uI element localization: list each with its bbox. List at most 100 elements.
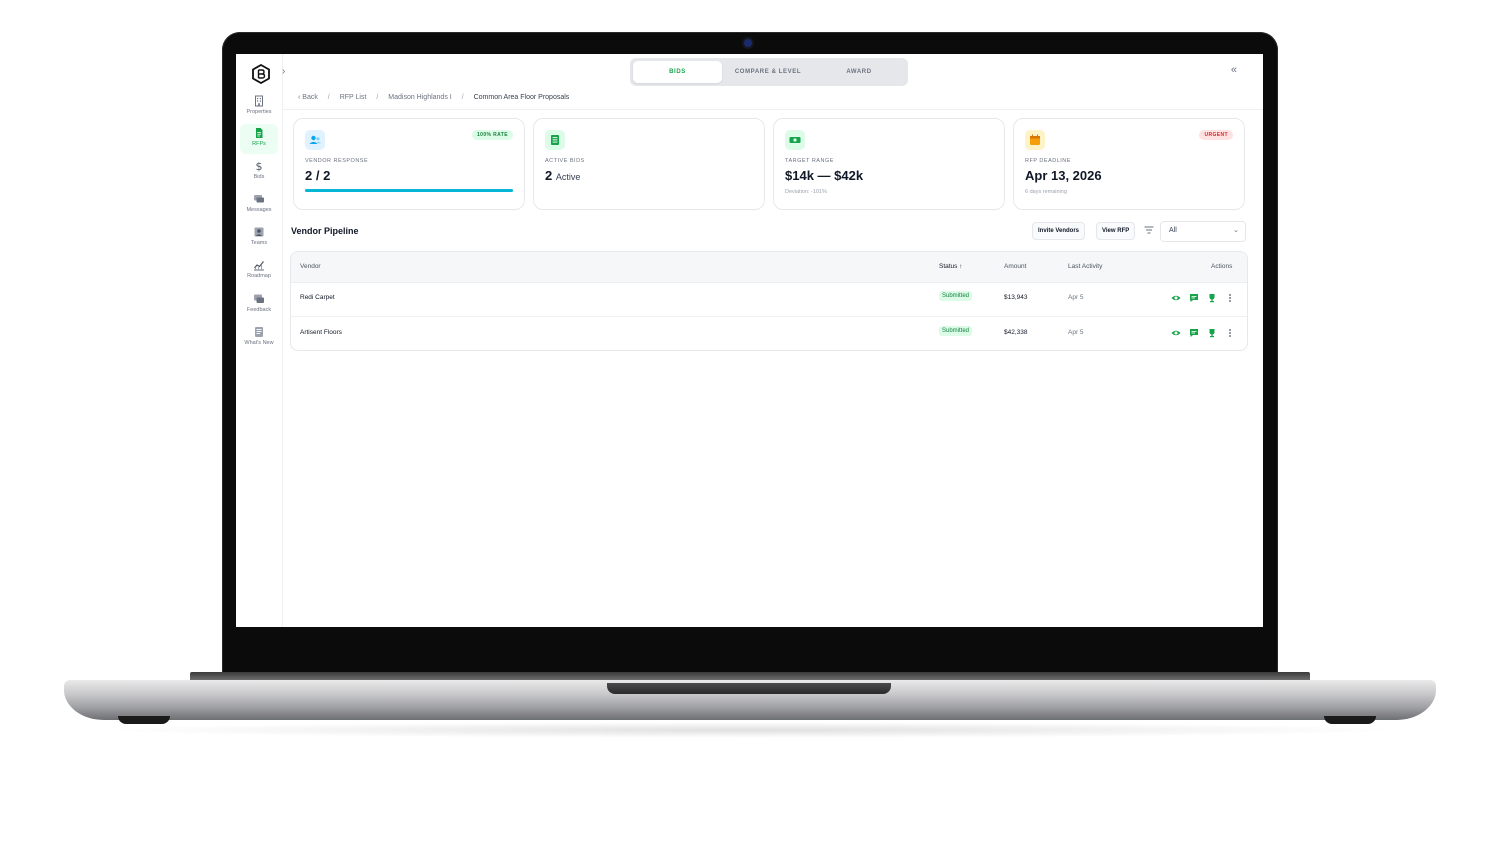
more-options-icon[interactable]: [1225, 328, 1235, 338]
select-value: All: [1169, 227, 1177, 234]
trophy-icon[interactable]: [1207, 293, 1217, 303]
app-screen: Properties RFPs $ Bids Messages Teams Ro…: [236, 54, 1263, 627]
webcam: [744, 39, 752, 47]
list-icon: [545, 130, 565, 150]
vendor-name: Artisent Floors: [300, 329, 342, 336]
svg-text:$: $: [256, 160, 263, 172]
header-divider: [282, 109, 1263, 110]
dollar-icon: $: [256, 160, 263, 172]
last-activity: Apr 5: [1068, 329, 1084, 336]
message-icon[interactable]: [1189, 293, 1199, 303]
bid-amount: $13,943: [1004, 294, 1028, 301]
sidebar-item-messages[interactable]: Messages: [240, 190, 278, 220]
column-status[interactable]: Status ↑: [939, 263, 962, 270]
trophy-icon[interactable]: [1207, 328, 1217, 338]
sidebar-item-label: What's New: [244, 340, 274, 346]
card-value: 2 Active: [545, 168, 580, 183]
sidebar-item-rfps[interactable]: RFPs: [240, 124, 278, 154]
laptop-notch: [607, 683, 891, 694]
tab-bids[interactable]: BIDS: [633, 61, 722, 83]
active-bids-card: ACTIVE BIDS 2 Active: [533, 118, 765, 210]
calendar-icon: [1025, 130, 1045, 150]
breadcrumb-current: Common Area Floor Proposals: [473, 94, 570, 101]
sidebar-item-label: Bids: [253, 174, 265, 180]
breadcrumb-separator: /: [327, 94, 330, 101]
active-bids-count: 2: [545, 168, 553, 183]
sidebar-item-label: Messages: [246, 207, 272, 213]
bid-amount: $42,338: [1004, 329, 1028, 336]
last-activity: Apr 5: [1068, 294, 1084, 301]
tab-compare-level[interactable]: COMPARE & LEVEL: [722, 61, 814, 83]
target-range-card: TARGET RANGE $14k — $42k Deviation: -101…: [773, 118, 1005, 210]
sidebar-item-properties[interactable]: Properties: [240, 92, 278, 122]
laptop-foot-left: [118, 716, 170, 724]
breadcrumb-separator: /: [376, 94, 379, 101]
column-vendor[interactable]: Vendor: [300, 263, 321, 270]
users-icon: [305, 130, 325, 150]
view-eye-icon[interactable]: [1171, 328, 1181, 338]
invite-vendors-button[interactable]: Invite Vendors: [1032, 222, 1086, 240]
stage-tabs: BIDS COMPARE & LEVEL AWARD: [630, 58, 908, 86]
sidebar-item-label: Feedback: [246, 307, 272, 313]
building-icon: [255, 95, 263, 107]
laptop-foot-right: [1324, 716, 1376, 724]
sidebar-item-label: Roadmap: [247, 273, 271, 279]
sidebar-item-whats-new[interactable]: What's New: [240, 323, 278, 353]
pipeline-title: Vendor Pipeline: [291, 226, 359, 236]
card-label: ACTIVE BIDS: [545, 158, 585, 164]
sidebar-item-label: Teams: [250, 240, 268, 246]
deviation-text: Deviation: -101%: [785, 189, 827, 195]
vendor-response-card: 100% RATE VENDOR RESPONSE 2 / 2: [293, 118, 525, 210]
breadcrumb-rfp-list-link[interactable]: RFP List: [340, 94, 367, 101]
document-icon: [256, 128, 263, 138]
table-row[interactable]: Redi Carpet Submitted $13,943 Apr 5: [291, 282, 1247, 315]
table-row[interactable]: Artisent Floors Submitted $42,338 Apr 5: [291, 316, 1247, 350]
more-options-icon[interactable]: [1225, 293, 1235, 303]
sidebar-item-feedback[interactable]: Feedback: [240, 290, 278, 320]
chart-icon: [254, 261, 264, 271]
urgent-badge: URGENT: [1199, 130, 1233, 140]
rfp-deadline-card: URGENT RFP DEADLINE Apr 13, 2026 6 days …: [1013, 118, 1245, 210]
sidebar: Properties RFPs $ Bids Messages Teams Ro…: [236, 54, 283, 627]
breadcrumb-property-link[interactable]: Madison Highlands I: [388, 94, 451, 101]
table-header: Vendor Status ↑ Amount Last Activity Act…: [291, 252, 1247, 283]
days-remaining-text: 6 days remaining: [1025, 189, 1067, 195]
sidebar-item-bids[interactable]: $ Bids: [240, 157, 278, 187]
view-eye-icon[interactable]: [1171, 293, 1181, 303]
sidebar-item-teams[interactable]: Teams: [240, 223, 278, 253]
tab-award[interactable]: AWARD: [814, 61, 904, 83]
feedback-icon: [254, 294, 264, 303]
laptop-shadow: [90, 722, 1410, 738]
card-label: TARGET RANGE: [785, 158, 834, 164]
status-badge: Submitted: [939, 326, 973, 336]
sidebar-item-label: RFPs: [252, 141, 266, 147]
collapse-panel-icon[interactable]: «: [1231, 64, 1237, 76]
status-filter-select[interactable]: All ⌄: [1160, 221, 1246, 242]
sidebar-item-roadmap[interactable]: Roadmap: [240, 256, 278, 286]
chat-icon: [254, 195, 264, 203]
card-label: VENDOR RESPONSE: [305, 158, 369, 164]
view-rfp-button[interactable]: View RFP: [1096, 222, 1136, 240]
cash-icon: [785, 130, 805, 150]
vendor-table: Vendor Status ↑ Amount Last Activity Act…: [290, 251, 1248, 351]
news-icon: [255, 327, 263, 337]
response-progress-bar: [305, 189, 513, 192]
column-last-activity[interactable]: Last Activity: [1068, 263, 1102, 270]
active-bids-suffix: Active: [555, 172, 581, 182]
card-value: Apr 13, 2026: [1025, 168, 1102, 183]
status-badge: Submitted: [939, 291, 973, 301]
breadcrumb-separator: /: [461, 94, 464, 101]
chevron-down-icon: ⌄: [1233, 227, 1239, 234]
expand-sidebar-chevron-icon[interactable]: ›: [282, 66, 285, 77]
column-amount[interactable]: Amount: [1004, 263, 1026, 270]
team-icon: [254, 227, 264, 237]
filter-icon[interactable]: [1144, 226, 1154, 234]
rate-badge: 100% RATE: [471, 130, 513, 140]
brand-logo-icon[interactable]: [252, 64, 270, 84]
breadcrumb-back-link[interactable]: ‹ Back: [298, 94, 318, 101]
column-actions: Actions: [1211, 263, 1233, 270]
card-label: RFP DEADLINE: [1025, 158, 1071, 164]
progress-fill: [305, 189, 513, 192]
card-value: $14k — $42k: [785, 168, 864, 183]
message-icon[interactable]: [1189, 328, 1199, 338]
